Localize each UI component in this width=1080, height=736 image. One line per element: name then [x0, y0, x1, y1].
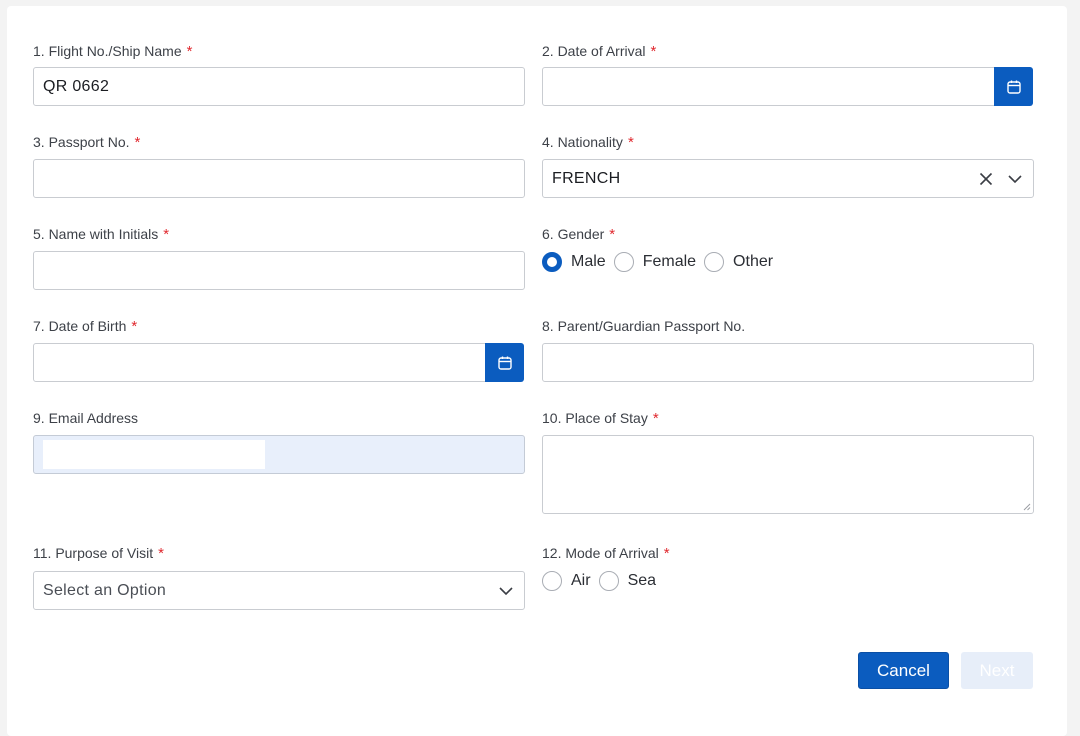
mode-label: 12. Mode of Arrival *	[542, 545, 670, 562]
chevron-down-icon[interactable]	[498, 583, 514, 599]
gender-label: 6. Gender *	[542, 226, 616, 243]
stay-label: 10. Place of Stay *	[542, 410, 659, 427]
arrival-calendar-button[interactable]	[994, 67, 1033, 106]
purpose-label: 11. Purpose of Visit *	[33, 545, 164, 562]
required-marker: *	[652, 410, 659, 427]
purpose-placeholder: Select an Option	[43, 581, 167, 599]
guardian-passport-input[interactable]	[542, 343, 1034, 382]
radio-female[interactable]	[613, 252, 634, 272]
arrival-date-label: 2. Date of Arrival *	[542, 43, 657, 60]
mode-option-air[interactable]: Air	[542, 571, 591, 591]
required-marker: *	[158, 545, 164, 562]
arrival-date-input[interactable]	[542, 67, 995, 106]
dob-label: 7. Date of Birth *	[33, 318, 138, 335]
chevron-down-icon[interactable]	[1007, 171, 1023, 187]
name-label: 5. Name with Initials *	[33, 226, 170, 243]
radio-male[interactable]	[542, 252, 562, 272]
required-marker: *	[131, 318, 138, 335]
calendar-icon	[497, 356, 512, 370]
passport-input[interactable]	[33, 159, 525, 198]
resize-handle-icon[interactable]	[1023, 503, 1031, 511]
nationality-value: FRENCH	[552, 169, 621, 187]
required-marker: *	[186, 43, 193, 60]
radio-other[interactable]	[704, 252, 725, 272]
required-marker: *	[609, 226, 616, 243]
nationality-label: 4. Nationality *	[542, 134, 634, 151]
required-marker: *	[650, 43, 657, 60]
mode-radio-group: Air Sea	[542, 571, 664, 591]
dob-input[interactable]	[33, 343, 486, 382]
close-icon[interactable]	[978, 171, 994, 187]
radio-air[interactable]	[542, 571, 562, 591]
form-card: 1. Flight No./Ship Name * QR 0662 2. Date…	[7, 6, 1067, 736]
required-marker: *	[163, 226, 170, 243]
required-marker: *	[663, 545, 670, 562]
flight-value: QR 0662	[43, 77, 110, 95]
email-input[interactable]	[33, 435, 525, 474]
flight-input[interactable]: QR 0662	[33, 67, 525, 106]
dob-calendar-button[interactable]	[485, 343, 524, 382]
calendar-icon	[1006, 80, 1021, 94]
required-marker: *	[627, 134, 634, 151]
email-label: 9. Email Address	[33, 410, 139, 426]
mode-option-sea[interactable]: Sea	[598, 571, 656, 591]
gender-option-female[interactable]: Female	[613, 252, 696, 272]
stay-textarea[interactable]	[542, 435, 1034, 514]
next-button[interactable]: Next	[961, 652, 1033, 689]
cancel-button[interactable]: Cancel	[858, 652, 949, 689]
guardian-passport-label: 8. Parent/Guardian Passport No.	[542, 318, 746, 334]
radio-sea[interactable]	[598, 571, 619, 591]
purpose-select[interactable]: Select an Option	[33, 571, 525, 610]
passport-label: 3. Passport No. *	[33, 134, 141, 151]
autofill-highlight	[43, 440, 265, 469]
nationality-select[interactable]: FRENCH	[542, 159, 1034, 198]
required-marker: *	[134, 134, 141, 151]
gender-radio-group: Male Female Other	[542, 252, 781, 272]
gender-option-male[interactable]: Male	[542, 252, 606, 272]
gender-option-other[interactable]: Other	[704, 252, 773, 272]
name-input[interactable]	[33, 251, 525, 290]
flight-label: 1. Flight No./Ship Name *	[33, 43, 193, 60]
